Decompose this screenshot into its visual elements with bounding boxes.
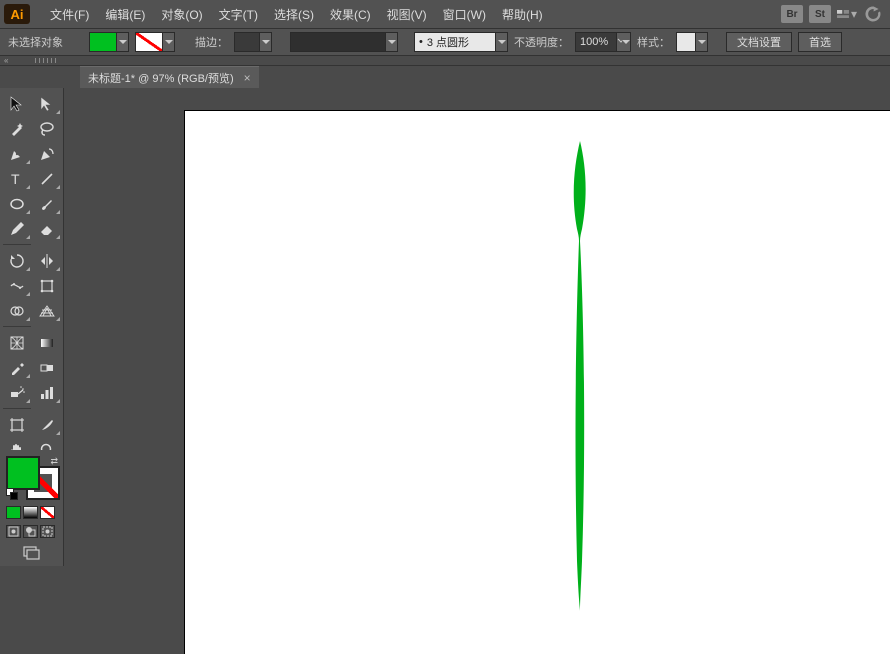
- menu-window[interactable]: 窗口(W): [435, 2, 494, 27]
- style-label: 样式：: [637, 34, 670, 50]
- brush-definition-input[interactable]: [290, 32, 386, 52]
- app-logo: Ai: [4, 4, 30, 24]
- menu-select[interactable]: 选择(S): [266, 2, 322, 27]
- opacity-input[interactable]: [575, 32, 617, 52]
- column-graph-tool[interactable]: [33, 381, 61, 404]
- draw-behind-icon[interactable]: [23, 525, 38, 538]
- chevron-down-icon[interactable]: [496, 32, 508, 52]
- perspective-grid-tool[interactable]: [33, 299, 61, 322]
- artboard[interactable]: [184, 110, 890, 654]
- shape-builder-tool[interactable]: [3, 299, 31, 322]
- graphic-style-control[interactable]: [676, 32, 708, 52]
- type-tool[interactable]: T: [3, 167, 31, 190]
- stroke-color-control[interactable]: [135, 32, 175, 52]
- menu-type[interactable]: 文字(T): [211, 2, 266, 27]
- symbol-sprayer-tool[interactable]: [3, 381, 31, 404]
- chevron-down-icon[interactable]: [696, 32, 708, 52]
- sync-icon[interactable]: [863, 5, 883, 23]
- draw-normal-icon[interactable]: [6, 525, 21, 538]
- eyedropper-tool[interactable]: [3, 356, 31, 379]
- opacity-popup-icon[interactable]: [617, 32, 631, 52]
- chevron-down-icon[interactable]: [386, 32, 398, 52]
- mesh-tool[interactable]: [3, 331, 31, 354]
- menu-edit[interactable]: 编辑(E): [97, 2, 153, 27]
- artboard-tool[interactable]: [3, 413, 31, 436]
- color-mode-none[interactable]: [40, 506, 55, 519]
- document-setup-button[interactable]: 文档设置: [726, 32, 792, 52]
- artwork-leaf-shape[interactable]: [568, 141, 592, 611]
- workspace-switcher-icon[interactable]: ▾: [837, 5, 857, 23]
- draw-inside-icon[interactable]: [40, 525, 55, 538]
- stroke-label: 描边：: [195, 34, 228, 50]
- brush-style-value: 3 点圆形: [427, 34, 469, 50]
- menu-bar: Ai 文件(F) 编辑(E) 对象(O) 文字(T) 选择(S) 效果(C) 视…: [0, 0, 890, 28]
- menu-file[interactable]: 文件(F): [42, 2, 97, 27]
- direct-selection-tool[interactable]: [33, 92, 61, 115]
- gradient-tool[interactable]: [33, 331, 61, 354]
- width-tool[interactable]: [3, 274, 31, 297]
- pencil-tool[interactable]: [3, 217, 31, 240]
- document-tab[interactable]: 未标题-1* @ 97% (RGB/预览) ×: [80, 66, 259, 88]
- tools-panel: T: [0, 88, 64, 465]
- slice-tool[interactable]: [33, 413, 61, 436]
- color-panel: ⇄: [0, 450, 64, 566]
- chevron-down-icon[interactable]: [260, 32, 272, 52]
- paintbrush-tool[interactable]: [33, 192, 61, 215]
- control-bar: 未选择对象 描边： • 3 点圆形 不透明度： 样式： 文档设置 首选: [0, 28, 890, 56]
- color-mode-gradient[interactable]: [23, 506, 38, 519]
- close-tab-icon[interactable]: ×: [244, 71, 251, 85]
- bridge-badge[interactable]: Br: [781, 5, 803, 23]
- free-transform-tool[interactable]: [33, 274, 61, 297]
- canvas-area[interactable]: [64, 88, 890, 654]
- menu-help[interactable]: 帮助(H): [494, 2, 551, 27]
- document-tab-bar: 未标题-1* @ 97% (RGB/预览) ×: [0, 66, 890, 88]
- svg-text:T: T: [11, 171, 20, 187]
- swap-fill-stroke-icon[interactable]: ⇄: [50, 456, 58, 467]
- magic-wand-tool[interactable]: [3, 117, 31, 140]
- menu-object[interactable]: 对象(O): [153, 2, 210, 27]
- rotate-tool[interactable]: [3, 249, 31, 272]
- chevron-down-icon[interactable]: [163, 32, 175, 52]
- fill-color-control[interactable]: [89, 32, 129, 52]
- blend-tool[interactable]: [33, 356, 61, 379]
- document-tab-title: 未标题-1* @ 97% (RGB/预览): [88, 70, 234, 86]
- menu-view[interactable]: 视图(V): [379, 2, 435, 27]
- reflect-tool[interactable]: [33, 249, 61, 272]
- pen-tool[interactable]: [3, 142, 31, 165]
- fill-swatch[interactable]: [6, 456, 40, 490]
- fill-stroke-swatches[interactable]: ⇄: [6, 456, 60, 500]
- lasso-tool[interactable]: [33, 117, 61, 140]
- opacity-label: 不透明度：: [514, 34, 569, 50]
- eraser-tool[interactable]: [33, 217, 61, 240]
- panel-collapse-strip[interactable]: «: [0, 56, 890, 66]
- stroke-weight-input[interactable]: [234, 32, 260, 52]
- selection-tool[interactable]: [3, 92, 31, 115]
- default-fill-stroke-icon[interactable]: [6, 488, 18, 500]
- screen-mode-icon[interactable]: [6, 546, 57, 560]
- line-segment-tool[interactable]: [33, 167, 61, 190]
- chevron-down-icon[interactable]: [117, 32, 129, 52]
- preferences-button[interactable]: 首选: [798, 32, 842, 52]
- ellipse-tool[interactable]: [3, 192, 31, 215]
- stock-badge[interactable]: St: [809, 5, 831, 23]
- selection-status: 未选择对象: [8, 34, 63, 50]
- curvature-tool[interactable]: [33, 142, 61, 165]
- color-mode-solid[interactable]: [6, 506, 21, 519]
- menu-effect[interactable]: 效果(C): [322, 2, 379, 27]
